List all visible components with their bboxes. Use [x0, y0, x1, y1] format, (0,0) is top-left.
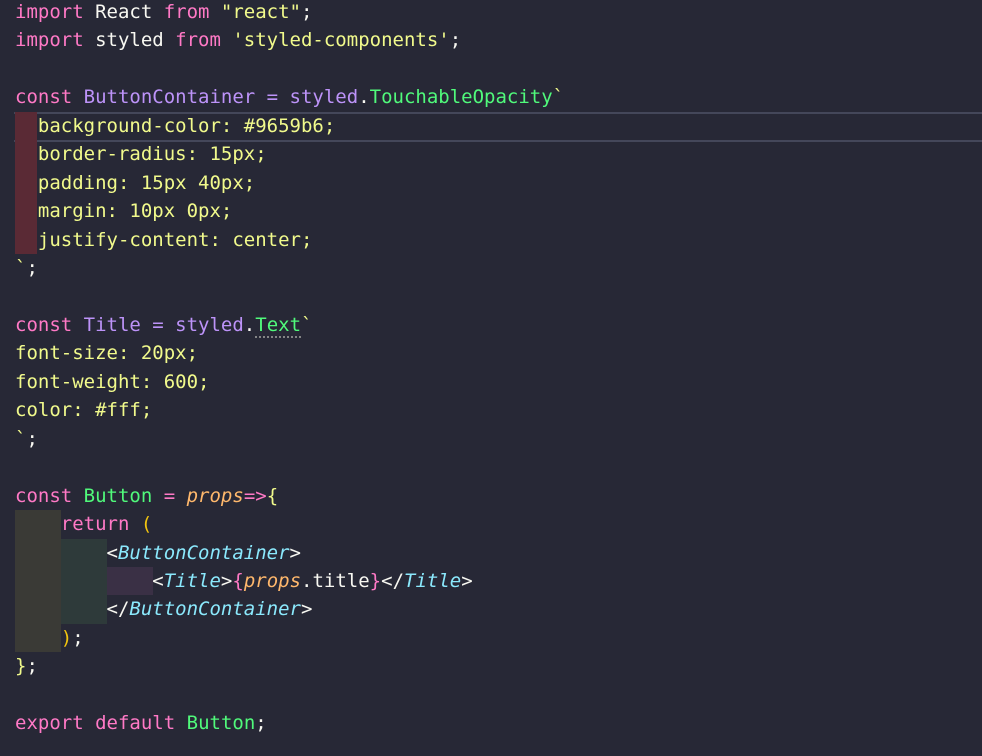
code-token: const — [15, 86, 73, 109]
code-line[interactable]: return ( — [15, 510, 153, 538]
code-line[interactable]: }; — [15, 652, 38, 680]
code-token: return — [60, 513, 130, 536]
code-line[interactable]: `; — [15, 254, 38, 282]
code-token: TouchableOpacity — [369, 86, 553, 109]
code-line[interactable]: background-color: #9659b6; — [15, 112, 335, 140]
code-token: ` — [15, 427, 27, 450]
code-line[interactable]: margin: 10px 0px; — [15, 197, 232, 225]
code-token: default — [95, 712, 176, 735]
code-token: "react" — [209, 1, 301, 23]
code-token: padding: 15px 40px; — [15, 171, 256, 194]
code-token: < — [15, 541, 118, 564]
code-line[interactable]: color: #fff; — [15, 396, 152, 424]
code-token: . — [358, 86, 370, 109]
code-line[interactable]: const Title = styled.Text` — [15, 311, 312, 339]
code-token: ; — [26, 655, 38, 678]
code-token: background-color: #9659b6; — [15, 114, 336, 137]
code-token: ; — [26, 427, 38, 450]
code-token: ` — [15, 257, 27, 280]
code-token: React — [83, 1, 164, 23]
code-token: Title — [163, 570, 221, 592]
code-token: ButtonContainer = — [72, 86, 290, 109]
code-token: ` — [552, 86, 565, 109]
code-token: styled — [83, 29, 176, 52]
code-token: > — [220, 570, 233, 592]
code-line[interactable]: font-size: 20px; — [15, 339, 198, 367]
code-token: { — [232, 570, 244, 592]
code-line[interactable]: padding: 15px 40px; — [15, 169, 255, 197]
code-token: .title — [301, 570, 370, 592]
code-token: } — [369, 570, 382, 592]
code-line[interactable]: </ButtonContainer> — [15, 595, 313, 623]
code-token: ButtonContainer — [129, 598, 301, 621]
code-token: justify-content: center; — [15, 228, 313, 251]
code-token: ` — [301, 313, 313, 336]
code-token: => — [243, 484, 267, 507]
code-line[interactable]: const Button = props=>{ — [15, 482, 278, 510]
code-token: = — [163, 484, 187, 507]
code-token: Title = — [72, 313, 176, 336]
code-line[interactable]: `; — [15, 425, 38, 453]
code-line[interactable]: font-weight: 600; — [15, 368, 209, 396]
code-token: const — [15, 313, 73, 336]
code-token: ButtonContainer — [117, 541, 290, 564]
code-token: ( — [140, 513, 153, 536]
code-line[interactable]: export default Button; — [15, 709, 267, 737]
code-token: 'styled-components' — [220, 29, 450, 52]
code-token: const — [15, 484, 73, 507]
code-token: ; — [72, 626, 84, 649]
code-token: { — [266, 484, 279, 507]
code-token: ; — [301, 1, 313, 23]
code-token: props — [186, 484, 244, 507]
code-token: < — [15, 570, 164, 592]
code-token: import — [15, 1, 84, 23]
code-token: styled — [175, 313, 244, 336]
code-token: ; — [449, 29, 462, 52]
code-line[interactable]: <Title>{props.title}</Title> — [15, 567, 473, 595]
code-token: ) — [60, 626, 73, 649]
code-token: margin: 10px 0px; — [15, 200, 233, 223]
code-token: Button — [72, 484, 164, 507]
code-token: > — [461, 570, 473, 592]
code-token: props — [243, 570, 302, 592]
code-token: export — [15, 712, 84, 735]
code-line[interactable]: import styled from 'styled-components'; — [15, 26, 461, 54]
code-line[interactable]: <ButtonContainer> — [15, 539, 302, 567]
code-line[interactable]: justify-content: center; — [15, 226, 313, 254]
code-token: font-weight: 600; — [15, 370, 210, 393]
code-token: from — [175, 29, 221, 52]
code-token: ; — [255, 712, 267, 735]
code-line[interactable]: const ButtonContainer = styled.Touchable… — [15, 83, 564, 111]
code-token: } — [15, 655, 27, 678]
code-editor[interactable]: import React from "react"; import styled … — [0, 0, 982, 756]
code-line[interactable]: import React from "react"; — [15, 0, 312, 26]
code-token: Title — [404, 570, 462, 592]
code-token: styled — [289, 86, 359, 109]
code-line[interactable]: border-radius: 15px; — [15, 140, 267, 168]
code-token: ; — [26, 257, 38, 280]
code-token: border-radius: 15px; — [15, 143, 267, 166]
code-line[interactable]: ); — [15, 624, 84, 652]
code-token: . — [243, 313, 256, 336]
code-token: </ — [381, 570, 405, 592]
code-token: from — [163, 1, 210, 23]
code-token: import — [15, 29, 84, 52]
code-token: Text — [255, 313, 302, 336]
code-token: color: #fff; — [15, 399, 153, 422]
code-token: font-size: 20px; — [15, 342, 199, 365]
code-token: > — [289, 541, 301, 564]
code-token: </ — [15, 598, 130, 621]
code-token: > — [300, 598, 313, 621]
code-token: Button — [186, 712, 256, 735]
